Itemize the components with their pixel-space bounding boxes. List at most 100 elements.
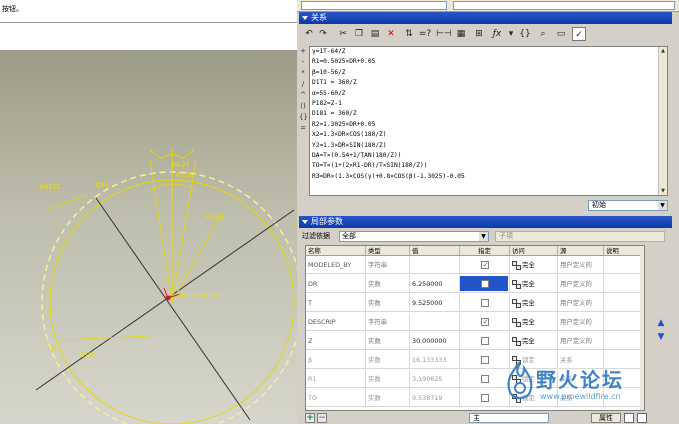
col-header-designated[interactable]: 指定 [460,246,510,255]
move-up-icon[interactable]: ▲ [654,316,668,330]
col-header-access[interactable]: 访问 [510,246,558,255]
relation-line[interactable]: Y2=1.3×DR×SIN(180/Z) [310,141,667,151]
braces-icon[interactable]: {} [518,27,532,41]
op-parens[interactable]: () [299,101,307,112]
op-power[interactable]: ^ [299,90,307,101]
param-designated[interactable] [460,332,510,349]
scroll-up-icon[interactable]: ▲ [660,48,666,54]
table-row[interactable]: DESCRIP 字符串 ✓ 完全 用户定义的 [306,313,644,331]
param-value[interactable] [410,256,460,273]
param-value[interactable]: 9.538719 [410,389,460,406]
param-access[interactable]: 完全 [510,332,558,349]
collapse-icon[interactable] [302,15,308,20]
remove-param-button[interactable]: − [317,413,327,423]
editor-scrollbar[interactable]: ▲ ▼ [658,47,667,195]
param-access[interactable]: 完全 [510,275,558,292]
subitem-select[interactable]: 子项 [495,231,665,242]
verify-icon[interactable]: =? [418,27,432,41]
relation-line[interactable]: R1=0.5025×DR+0.05 [310,57,667,67]
param-value[interactable]: 16.133333 [410,351,460,368]
top-field-1[interactable] [301,1,447,10]
dropdown-icon[interactable]: ▾ [504,27,518,41]
evaluate-icon[interactable]: ⌕ [536,27,550,41]
designate-checkbox[interactable]: ✓ [480,318,489,326]
param-designated[interactable]: ✓ [460,256,510,273]
designate-checkbox[interactable] [480,356,489,364]
cut-icon[interactable]: ✂ [336,27,350,41]
paste-icon[interactable]: ▤ [368,27,382,41]
table-row[interactable]: MODELED_BY 字符串 ✓ 完全 用户定义的 [306,256,644,274]
param-access[interactable]: 完全 [510,256,558,273]
param-designated[interactable]: ✓ [460,313,510,330]
relation-line[interactable]: β=10-56/Z [310,68,667,78]
relation-line[interactable]: α=55-60/Z [310,89,667,99]
add-param-button[interactable]: + [305,413,315,423]
table-row[interactable]: DR 实数 6.250000 完全 用户定义的 [306,275,644,293]
col-header-desc[interactable]: 说明 [604,246,644,255]
designate-checkbox[interactable] [480,394,489,402]
param-desc[interactable] [604,256,644,273]
param-access[interactable]: 完全 [510,294,558,311]
cad-viewport[interactable]: Ø81TZ Ø81 R4.27 R0.55 R0.75 PRT_CSYS_DEF… [0,50,297,424]
designate-checkbox[interactable] [480,375,489,383]
op-plus[interactable]: + [299,46,307,57]
designate-checkbox[interactable] [480,337,489,345]
designate-checkbox[interactable] [480,280,489,288]
delete-icon[interactable]: ✕ [384,27,398,41]
copy-icon[interactable]: ❐ [352,27,366,41]
chevron-down-icon[interactable]: ▼ [658,201,667,210]
designate-checkbox[interactable] [480,299,489,307]
move-down-icon[interactable]: ▼ [654,330,668,344]
relation-line[interactable]: TO=T×(1+(2×R1-DR)/T×SIN(180/Z)) [310,161,667,171]
redo-icon[interactable]: ↷ [316,27,330,41]
col-header-name[interactable]: 名称 [306,246,366,255]
table-row[interactable]: T 实数 9.525000 完全 用户定义的 [306,294,644,312]
relation-line[interactable]: D181 = 360/Z [310,109,667,119]
relation-line[interactable]: DA=T×(0.54+1/TAN(180/Z)) [310,151,667,161]
relation-line[interactable]: R3=DR×(1.3×COS(γ)+0.8×COS(β)-1.3025)-0.0… [310,172,667,182]
relation-line[interactable]: R2=1.3025×DR+0.05 [310,120,667,130]
col-header-source[interactable]: 源 [558,246,604,255]
op-minus[interactable]: - [299,57,307,68]
param-value[interactable]: 30.000000 [410,332,460,349]
param-access[interactable]: 完全 [510,313,558,330]
relations-editor[interactable]: γ=1T-64/Z R1=0.5025×DR+0.05 β=10-56/Z D1… [309,46,668,196]
params-titlebar[interactable]: 局部参数 [299,216,672,228]
insert-icon[interactable]: ▦ [454,27,468,41]
relation-line[interactable]: P182=Z-1 [310,99,667,109]
param-desc[interactable] [604,275,644,292]
relation-line[interactable]: X2=1.3×DR×COS(180/Z) [310,130,667,140]
col-header-type[interactable]: 类型 [366,246,410,255]
col-header-value[interactable]: 值 [410,246,460,255]
param-value[interactable] [410,313,460,330]
filter-select[interactable]: 全部 ▼ [339,231,489,242]
param-designated[interactable] [460,275,510,292]
param-designated[interactable] [460,294,510,311]
designate-checkbox[interactable]: ✓ [480,261,489,269]
param-value[interactable]: 6.250000 [410,275,460,292]
measure-icon[interactable]: ⊢⊣ [436,27,452,41]
undo-icon[interactable]: ↶ [302,27,316,41]
unit-select[interactable]: 初始 ▼ [588,200,668,211]
op-multiply[interactable]: * [299,68,307,79]
param-value[interactable]: 3.190625 [410,370,460,387]
relation-line[interactable]: γ=1T-64/Z [310,47,667,57]
param-value[interactable]: 9.525000 [410,294,460,311]
local-params-icon[interactable]: ▭ [554,27,568,41]
op-braces[interactable]: {} [299,112,308,123]
op-divide[interactable]: / [299,79,307,90]
function-icon[interactable]: ƒx [490,27,504,41]
relation-line[interactable]: D1T1 = 360/Z [310,78,667,88]
op-equals[interactable]: = [299,123,307,134]
param-desc[interactable] [604,294,644,311]
param-desc[interactable] [604,332,644,349]
top-field-2[interactable] [453,1,675,10]
scroll-down-icon[interactable]: ▼ [660,188,666,194]
sort-icon[interactable]: ⇅ [402,27,416,41]
param-desc[interactable] [604,313,644,330]
table-row[interactable]: Z 实数 30.000000 完全 用户定义的 [306,332,644,350]
checkbox-icon[interactable]: ✓ [572,27,586,41]
relations-titlebar[interactable]: 关系 [299,12,672,24]
collapse-icon[interactable] [302,219,308,224]
parameters-icon[interactable]: ⊞ [472,27,486,41]
